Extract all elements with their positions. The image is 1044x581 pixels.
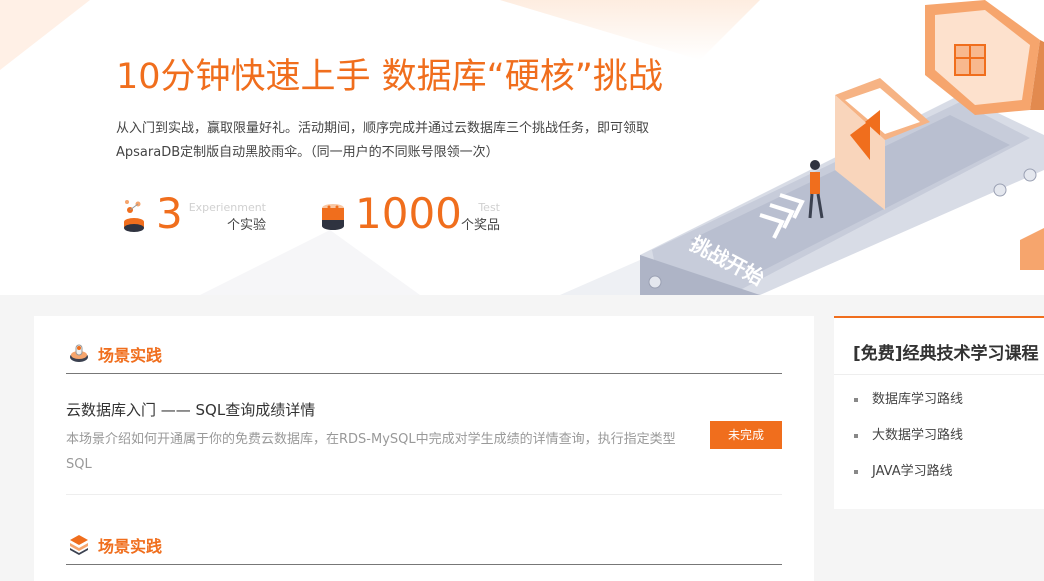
stat-label-en: Experienment <box>188 201 266 214</box>
bullet-icon <box>854 470 858 474</box>
free-courses-card: [免费]经典技术学习课程 数据库学习路线 大数据学习路线 JAVA学习路线 <box>834 316 1044 509</box>
experiment-icon <box>124 200 144 232</box>
scenario-card: 场景实践 云数据库入门 —— SQL查询成绩详情 本场景介绍如何开通属于你的免费… <box>34 316 814 581</box>
layers-stack-icon <box>70 535 88 555</box>
stat-label-cn: 个奖品 <box>460 218 500 233</box>
item-divider <box>66 494 782 495</box>
hero-description: 从入门到实战，赢取限量好礼。活动期间，顺序完成并通过云数据库三个挑战任务，即可领… <box>116 121 650 160</box>
stat-value: 1000 <box>355 189 462 238</box>
scenario-title-link[interactable]: 云数据库入门 —— SQL查询成绩详情 <box>66 399 315 420</box>
course-link-java[interactable]: JAVA学习路线 <box>854 458 963 494</box>
scenario-description: 本场景介绍如何开通属于你的免费云数据库，在RDS-MySQL中完成对学生成绩的详… <box>66 432 676 472</box>
hero-banner: 挑战开始 10分钟快速上手 数据库“硬核”挑战 从入门到实战，赢取限量好礼。活动… <box>0 0 1044 295</box>
stat-prizes: 1000 Test 个奖品 <box>320 189 500 240</box>
course-link-bigdata[interactable]: 大数据学习路线 <box>854 422 963 458</box>
section-header: 场景实践 <box>66 523 782 565</box>
page-title: 10分钟快速上手 数据库“硬核”挑战 <box>116 57 663 97</box>
course-link-label: JAVA学习路线 <box>872 464 953 479</box>
status-button[interactable]: 未完成 <box>710 421 782 449</box>
section-title: 场景实践 <box>98 537 163 556</box>
course-link-label: 大数据学习路线 <box>872 428 964 443</box>
stat-label-cn: 个实验 <box>226 218 266 233</box>
course-link-label: 数据库学习路线 <box>872 392 964 407</box>
stat-label-en: Test <box>478 201 500 214</box>
stat-experiments: 3 Experienment 个实验 <box>122 189 282 240</box>
section-title: 场景实践 <box>98 346 163 365</box>
stat-value: 3 <box>156 189 183 238</box>
sidebar-title: [免费]经典技术学习课程 <box>853 344 1039 364</box>
course-link-database[interactable]: 数据库学习路线 <box>854 386 963 422</box>
cake-prize-icon <box>322 204 344 230</box>
lab-flask-icon <box>70 344 88 362</box>
bullet-icon <box>854 398 858 402</box>
sidebar-divider <box>834 374 1044 375</box>
section-header: 场景实践 <box>66 332 782 374</box>
course-link-list: 数据库学习路线 大数据学习路线 JAVA学习路线 <box>854 386 963 494</box>
bullet-icon <box>854 434 858 438</box>
